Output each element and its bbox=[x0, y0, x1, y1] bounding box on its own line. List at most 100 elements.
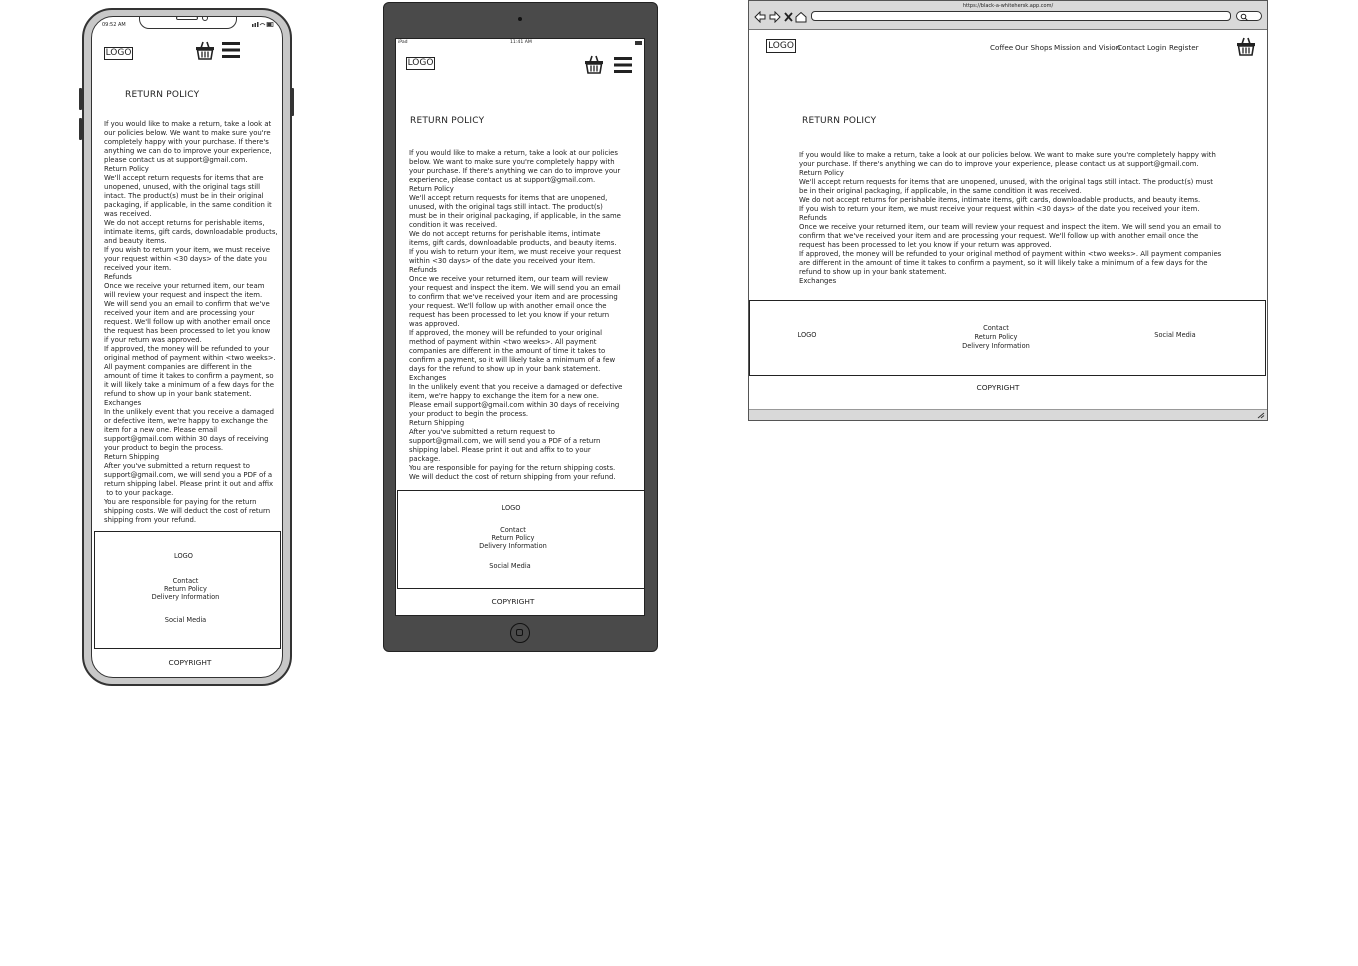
policy-line: within <30 days> of the date you receive… bbox=[409, 257, 596, 265]
policy-line: return shipping label. Please print it o… bbox=[104, 480, 274, 488]
footer-social-media[interactable]: Social Media bbox=[1140, 331, 1210, 339]
policy-line: unused, with the original tags still int… bbox=[409, 203, 603, 211]
policy-line: If approved, the money will be refunded … bbox=[409, 329, 603, 337]
phone-power-button bbox=[291, 88, 294, 116]
nav-link-mission[interactable]: Mission and Vision bbox=[1054, 43, 1120, 52]
policy-line: Once we receive your returned item, our … bbox=[409, 275, 608, 283]
policy-line: will review your request and inspect the… bbox=[104, 291, 263, 299]
basket-icon[interactable] bbox=[584, 55, 604, 74]
footer-social-media[interactable]: Social Media bbox=[396, 562, 624, 570]
status-time: 11:41 AM bbox=[510, 40, 532, 45]
footer-link-return-policy[interactable]: Return Policy bbox=[396, 534, 630, 542]
resize-grip-icon[interactable] bbox=[1257, 412, 1265, 419]
policy-line: If you wish to return your item, we must… bbox=[799, 205, 1200, 213]
site-logo[interactable]: LOGO bbox=[766, 39, 796, 53]
policy-line: below. We want to make sure you're compl… bbox=[409, 158, 615, 166]
footer-social-media[interactable]: Social Media bbox=[94, 616, 277, 624]
basket-icon[interactable] bbox=[1236, 37, 1256, 56]
policy-line: shipping costs. We will deduct the cost … bbox=[104, 507, 271, 515]
basket-icon[interactable] bbox=[195, 41, 215, 60]
policy-line: After you've submitted a return request … bbox=[104, 462, 250, 470]
policy-line: If you would like to make a return, take… bbox=[799, 151, 1216, 159]
footer-logo[interactable]: LOGO bbox=[396, 504, 626, 512]
browser-url-text: https://black-a-whitehersk.app.com/ bbox=[962, 3, 1054, 9]
policy-line: be in their original packaging, if appli… bbox=[799, 187, 1082, 195]
policy-line: Return Policy bbox=[799, 169, 844, 177]
policy-line: In the unlikely event that you receive a… bbox=[409, 383, 623, 391]
browser-status-bar bbox=[749, 409, 1267, 420]
policy-line: to to your package. bbox=[104, 489, 174, 497]
policy-line: We do not accept returns for perishable … bbox=[409, 230, 601, 238]
nav-link-coffee[interactable]: Coffee bbox=[990, 43, 1013, 52]
nav-link-login[interactable]: Login bbox=[1147, 43, 1166, 52]
nav-link-our-shops[interactable]: Our Shops bbox=[1015, 43, 1052, 52]
policy-text: If you would like to make a return, take… bbox=[409, 149, 641, 482]
footer-link-contact[interactable]: Contact bbox=[396, 526, 630, 534]
status-carrier: iPad bbox=[398, 40, 408, 45]
policy-line: Please email support@gmail.com within 30… bbox=[409, 401, 620, 409]
policy-line: days for the refund to show up in your b… bbox=[409, 365, 601, 373]
policy-line: We do not accept returns for perishable … bbox=[104, 219, 265, 227]
policy-line: Refunds bbox=[104, 273, 132, 281]
hamburger-icon[interactable] bbox=[222, 42, 240, 58]
policy-line: Refunds bbox=[409, 266, 437, 274]
footer-logo[interactable]: LOGO bbox=[94, 552, 273, 560]
status-icons bbox=[252, 22, 274, 27]
policy-line: your request and inspect the item. We wi… bbox=[409, 284, 621, 292]
footer-link-return-policy[interactable]: Return Policy bbox=[946, 333, 1046, 341]
policy-text: If you would like to make a return, take… bbox=[104, 120, 279, 525]
policy-line: items, gift cards, downloadable products… bbox=[409, 239, 617, 247]
policy-line: please contact us at support@gmail.com. bbox=[104, 156, 248, 164]
policy-line: item, we're happy to exchange the item f… bbox=[409, 392, 599, 400]
policy-line: All payment companies are different in t… bbox=[104, 363, 252, 371]
footer-link-contact[interactable]: Contact bbox=[946, 324, 1046, 332]
policy-line: Return Shipping bbox=[409, 419, 465, 427]
policy-line: We will send you an email to confirm tha… bbox=[104, 300, 270, 308]
policy-line: support@gmail.com, we will send you a PD… bbox=[104, 471, 273, 479]
policy-line: After you've submitted a return request … bbox=[409, 428, 555, 436]
policy-line: Refunds bbox=[799, 214, 827, 222]
footer-link-delivery[interactable]: Delivery Information bbox=[94, 593, 277, 601]
home-square-icon bbox=[516, 629, 523, 636]
footer-link-delivery[interactable]: Delivery Information bbox=[946, 342, 1046, 350]
site-logo[interactable]: LOGO bbox=[104, 47, 133, 60]
policy-line: Exchanges bbox=[409, 374, 447, 382]
hamburger-icon[interactable] bbox=[614, 57, 632, 73]
footer-link-return-policy[interactable]: Return Policy bbox=[94, 585, 277, 593]
policy-line: or defective item, we're happy to exchan… bbox=[104, 417, 268, 425]
copyright: COPYRIGHT bbox=[168, 658, 212, 667]
policy-line: our policies below. We want to make sure… bbox=[104, 129, 271, 137]
policy-line: your purchase. If there's anything we ca… bbox=[799, 160, 1199, 168]
footer-link-delivery[interactable]: Delivery Information bbox=[396, 542, 630, 550]
camera-icon bbox=[518, 17, 522, 21]
browser-address-bar[interactable] bbox=[811, 11, 1231, 21]
speaker-icon bbox=[176, 17, 198, 20]
policy-line: method of payment within <two weeks>. Al… bbox=[409, 338, 597, 346]
nav-link-contact[interactable]: Contact bbox=[1117, 43, 1145, 52]
page-title: RETURN POLICY bbox=[802, 116, 877, 126]
phone-screen: 09:52 AM LOGO RETURN POLICY If you would… bbox=[91, 16, 283, 678]
policy-line: request has been processed to let you kn… bbox=[409, 311, 610, 319]
policy-line: was received. bbox=[104, 210, 152, 218]
policy-line: Exchanges bbox=[799, 277, 837, 285]
nav-link-register[interactable]: Register bbox=[1169, 43, 1199, 52]
policy-line: your product to begin the process. bbox=[104, 444, 224, 452]
home-button[interactable] bbox=[510, 623, 530, 643]
policy-line: unopened, unused, with the original tags… bbox=[104, 183, 260, 191]
policy-line: original method of payment within <two w… bbox=[104, 354, 276, 362]
policy-line: condition it was received. bbox=[409, 221, 498, 229]
policy-line: anything we can do to improve your exper… bbox=[104, 147, 272, 155]
policy-line: Return Shipping bbox=[104, 453, 160, 461]
policy-line: package. bbox=[409, 455, 441, 463]
policy-line: and beauty items. bbox=[104, 237, 167, 245]
policy-line: confirm that we've received your item an… bbox=[799, 232, 1199, 240]
phone-volume-button bbox=[79, 118, 82, 140]
footer-logo[interactable]: LOGO bbox=[770, 331, 844, 339]
policy-line: We will deduct the cost of return shippi… bbox=[409, 473, 616, 481]
browser-search-box[interactable] bbox=[1236, 11, 1262, 21]
site-logo[interactable]: LOGO bbox=[406, 57, 435, 70]
policy-line: We'll accept return requests for items t… bbox=[409, 194, 608, 202]
policy-line: request has been processed to let you kn… bbox=[799, 241, 1052, 249]
policy-line: If you wish to return your item, we must… bbox=[409, 248, 622, 256]
footer-link-contact[interactable]: Contact bbox=[94, 577, 277, 585]
